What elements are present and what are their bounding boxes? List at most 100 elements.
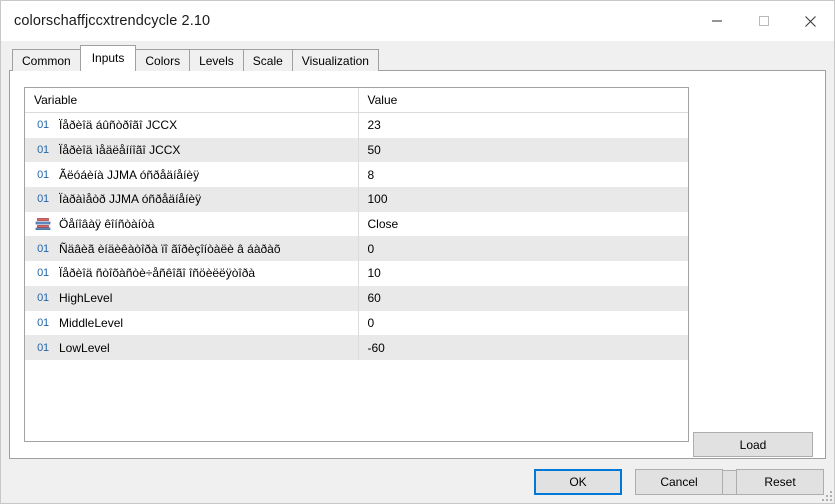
- variable-cell[interactable]: 01 LowLevel: [25, 335, 359, 360]
- variable-label: Ãëóáèíà JJMA óñðåäíåíèÿ: [59, 167, 200, 182]
- dialog-client-area: Common Inputs Colors Levels Scale Visual…: [1, 41, 834, 503]
- table-row[interactable]: Öåíîâàÿ êîíñòàíòà Close: [25, 211, 688, 237]
- dialog-button-bar: OK Cancel Reset: [534, 469, 824, 495]
- table-row[interactable]: 01 HighLevel 60: [25, 285, 688, 311]
- enum-list-icon: [34, 217, 52, 231]
- int-01-icon: 01: [37, 242, 49, 255]
- value-cell[interactable]: -60: [358, 335, 688, 360]
- value-label: 23: [367, 118, 381, 133]
- variable-cell[interactable]: 01 Ïåðèîä áûñòðîãî JCCX: [25, 112, 359, 138]
- table-row[interactable]: 01 MiddleLevel 0: [25, 310, 688, 336]
- int-01-icon: 01: [37, 292, 49, 305]
- table-row[interactable]: 01 Ïåðèîä ìåäëåííîãî JCCX 50: [25, 137, 688, 163]
- tab-common[interactable]: Common: [12, 49, 81, 71]
- tab-scale[interactable]: Scale: [242, 49, 293, 71]
- variable-cell[interactable]: 01 Ïåðèîä ìåäëåííîãî JCCX: [25, 137, 359, 163]
- tab-strip: Common Inputs Colors Levels Scale Visual…: [12, 45, 379, 71]
- table-body: 01 Ïåðèîä áûñòðîãî JCCX 23 01 Ïåðèîä ìåä…: [25, 112, 688, 360]
- tab-visualization-label: Visualization: [301, 54, 369, 68]
- variable-label: Ïåðèîä áûñòðîãî JCCX: [59, 118, 178, 133]
- variable-cell[interactable]: 01 Ñäâèã èíäèêàòîðà ïî ãîðèçîíòàëè â áàð…: [25, 236, 359, 262]
- value-cell[interactable]: 8: [358, 162, 688, 188]
- table-row[interactable]: 01 Ïåðèîä ñòîõàñòè÷åñêîãî îñöèëëÿòîðà 10: [25, 261, 688, 286]
- variable-label: Ïàðàìåòð JJMA óñðåäíåíèÿ: [59, 192, 202, 207]
- window-controls: [693, 1, 834, 41]
- ok-button[interactable]: OK: [534, 469, 622, 495]
- tab-common-label: Common: [22, 54, 71, 68]
- int-01-icon: 01: [37, 119, 49, 132]
- variable-label: Ïåðèîä ñòîõàñòè÷åñêîãî îñöèëëÿòîðà: [59, 266, 256, 281]
- variable-cell[interactable]: 01 Ïåðèîä ñòîõàñòè÷åñêîãî îñöèëëÿòîðà: [25, 261, 359, 286]
- value-cell[interactable]: 60: [358, 285, 688, 311]
- variable-cell[interactable]: Öåíîâàÿ êîíñòàíòà: [25, 211, 359, 237]
- variable-label: MiddleLevel: [59, 315, 124, 330]
- maximize-button[interactable]: [740, 1, 787, 41]
- variable-label: HighLevel: [59, 291, 113, 306]
- variable-cell[interactable]: 01 HighLevel: [25, 285, 359, 311]
- value-label: -60: [367, 340, 385, 355]
- minimize-icon: [711, 20, 722, 22]
- value-cell[interactable]: 0: [358, 310, 688, 336]
- parameters-table[interactable]: Variable Value 01 Ïåðèîä áûñòðîãî JCCX 2…: [24, 87, 689, 442]
- int-01-icon: 01: [37, 316, 49, 329]
- int-01-icon: 01: [37, 341, 49, 354]
- tab-inputs[interactable]: Inputs: [79, 45, 137, 71]
- variable-label: Ñäâèã èíäèêàòîðà ïî ãîðèçîíòàëè â áàðàõ: [59, 241, 281, 256]
- tab-visualization[interactable]: Visualization: [291, 49, 379, 71]
- tab-levels[interactable]: Levels: [189, 49, 244, 71]
- value-label: 10: [367, 266, 381, 281]
- value-cell[interactable]: Close: [358, 211, 688, 237]
- value-cell[interactable]: 50: [358, 137, 688, 163]
- value-label: 0: [367, 241, 375, 256]
- variable-cell[interactable]: 01 Ãëóáèíà JJMA óñðåäíåíèÿ: [25, 162, 359, 188]
- table-row[interactable]: 01 Ñäâèã èíäèêàòîðà ïî ãîðèçîíòàëè â áàð…: [25, 236, 688, 262]
- resize-grip[interactable]: [819, 488, 832, 501]
- int-01-icon: 01: [37, 144, 49, 157]
- indicator-properties-dialog: colorschaffjccxtrendcycle 2.10 Common In…: [0, 0, 835, 504]
- table-header-row: Variable Value: [25, 88, 688, 113]
- variable-label: Ïåðèîä ìåäëåííîãî JCCX: [59, 143, 181, 158]
- int-01-icon: 01: [37, 193, 49, 206]
- cancel-button-label: Cancel: [660, 475, 698, 489]
- minimize-button[interactable]: [693, 1, 740, 41]
- reset-button-label: Reset: [764, 475, 796, 489]
- title-bar: colorschaffjccxtrendcycle 2.10: [1, 1, 834, 41]
- value-label: Close: [367, 217, 399, 232]
- value-label: 50: [367, 143, 381, 158]
- value-label: 8: [367, 167, 375, 182]
- table-row[interactable]: 01 Ãëóáèíà JJMA óñðåäíåíèÿ 8: [25, 162, 688, 188]
- tab-scale-label: Scale: [252, 54, 283, 68]
- load-button-label: Load: [739, 437, 767, 452]
- column-header-variable[interactable]: Variable: [25, 88, 359, 113]
- int-01-icon: 01: [37, 267, 49, 280]
- tab-inputs-label: Inputs: [91, 51, 125, 65]
- cancel-button[interactable]: Cancel: [635, 469, 723, 495]
- table-row[interactable]: 01 Ïàðàìåòð JJMA óñðåäíåíèÿ 100: [25, 187, 688, 212]
- value-cell[interactable]: 23: [358, 112, 688, 138]
- variable-cell[interactable]: 01 MiddleLevel: [25, 310, 359, 336]
- value-label: 100: [367, 192, 388, 207]
- reset-button[interactable]: Reset: [736, 469, 824, 495]
- close-icon: [805, 15, 816, 27]
- variable-label: LowLevel: [59, 340, 110, 355]
- tab-colors-label: Colors: [145, 54, 181, 68]
- value-label: 0: [367, 315, 375, 330]
- window-title: colorschaffjccxtrendcycle 2.10: [14, 13, 211, 29]
- value-cell[interactable]: 10: [358, 261, 688, 286]
- table-row[interactable]: 01 LowLevel -60: [25, 335, 688, 360]
- ok-button-label: OK: [569, 475, 587, 489]
- tab-colors[interactable]: Colors: [135, 49, 191, 71]
- load-button[interactable]: Load: [693, 432, 813, 457]
- inputs-tab-page: Variable Value 01 Ïåðèîä áûñòðîãî JCCX 2…: [9, 70, 826, 495]
- table-row[interactable]: 01 Ïåðèîä áûñòðîãî JCCX 23: [25, 112, 688, 138]
- maximize-icon: [758, 16, 769, 26]
- value-cell[interactable]: 0: [358, 236, 688, 262]
- value-cell[interactable]: 100: [358, 187, 688, 212]
- close-button[interactable]: [787, 1, 834, 41]
- value-label: 60: [367, 291, 381, 306]
- tab-levels-label: Levels: [199, 54, 234, 68]
- variable-cell[interactable]: 01 Ïàðàìåòð JJMA óñðåäíåíèÿ: [25, 187, 359, 212]
- int-01-icon: 01: [37, 168, 49, 181]
- column-header-value[interactable]: Value: [358, 88, 688, 113]
- variable-label: Öåíîâàÿ êîíñòàíòà: [59, 217, 155, 232]
